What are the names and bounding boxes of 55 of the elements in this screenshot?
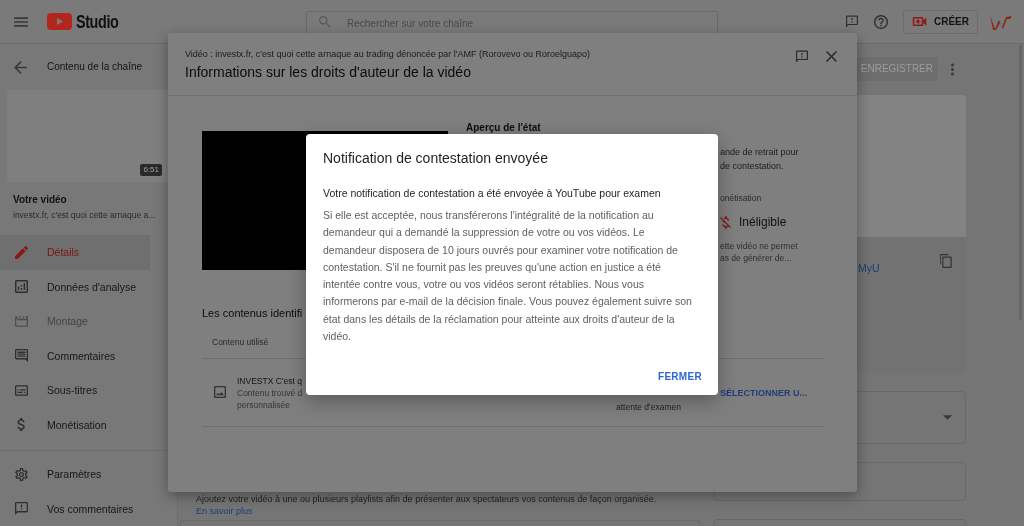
subtitles-icon — [15, 383, 28, 397]
sidebar-item[interactable]: Monétisation — [0, 407, 150, 442]
sidebar-item[interactable]: Commentaires — [0, 338, 150, 373]
back-arrow-icon — [14, 60, 27, 74]
video-add-icon — [912, 16, 927, 27]
sidebar-item[interactable]: Données d'analyse — [0, 269, 150, 304]
back-link[interactable]: Contenu de la chaîne — [0, 44, 177, 90]
monetization-status: Inéligible — [739, 214, 787, 230]
create-button[interactable]: CRÉER — [903, 9, 978, 34]
video-link[interactable]: MyU — [858, 262, 880, 275]
settings-icon — [15, 467, 28, 481]
image-icon — [214, 386, 226, 398]
caret-icon — [943, 415, 952, 420]
close-icon[interactable] — [826, 51, 837, 62]
learn-more-link[interactable]: En savoir plus — [196, 506, 253, 516]
modal-title: Informations sur les droits d'auteur de la vidéo — [185, 63, 471, 81]
sidebar-item[interactable]: Détails — [0, 235, 150, 270]
close-button[interactable]: FERMER — [649, 364, 710, 390]
feedback-icon[interactable] — [846, 15, 858, 28]
status-description: ande de retrait pour de contestation. — [720, 146, 799, 173]
content-status: attente d'examen — [616, 401, 681, 413]
more-options-icon[interactable] — [951, 63, 954, 76]
dialog-subtitle: Votre notification de contestation a été envoyée à YouTube pour examen — [323, 186, 661, 200]
content-title: INVESTX C'est q — [237, 375, 302, 387]
pencil-icon — [15, 245, 28, 259]
duration-badge: 6:51 — [140, 164, 162, 176]
sidebar-item[interactable]: Vos commentaires — [0, 491, 150, 526]
sidebar-item[interactable]: Sous-titres — [0, 373, 150, 408]
monetization-label: onétisation — [720, 192, 762, 204]
video-title: investx.fr, c'est quoi cette arnaque a... — [13, 210, 156, 221]
video-thumbnail[interactable]: 6:51 — [7, 90, 171, 182]
play-logo-icon[interactable] — [47, 13, 72, 30]
logo-text[interactable]: Studio — [76, 11, 119, 32]
feedback-icon — [15, 502, 28, 516]
monetization-note: ette vidéo ne permet as de générer de... — [720, 240, 798, 264]
modal-subtitle: Vidéo : investx.fr, c'est quoi cette arnaque au trading dénoncée par l'AMF (Rorovevo ou Roroelguapo) — [185, 48, 590, 60]
column-header: Contenu utilisé — [212, 336, 269, 348]
help-icon[interactable] — [874, 14, 888, 29]
playlist-description: Ajoutez votre vidéo à une ou plusieurs playlists afin de présenter aux spectateurs vos contenus de façon organisée. En savoir plus — [195, 493, 658, 517]
section-heading: Les contenus identifi — [202, 306, 303, 320]
comment-icon — [15, 349, 28, 363]
search-icon — [319, 15, 331, 28]
dialog-title: Notification de contestation envoyée — [323, 149, 548, 167]
status-heading: Aperçu de l'état — [466, 122, 541, 134]
feedback-icon[interactable] — [796, 50, 808, 63]
chart-icon — [15, 280, 28, 294]
select-button[interactable]: SÉLECTIONNER U... — [720, 387, 807, 399]
dialog-body: Si elle est acceptée, nous transférerons l'intégralité de la notification au demandeur qui a demandé la suppression de votre ou vos vidéos. Le demandeur disposera de 10 jours ouvrés pour examiner votre notification de contestation. S'il ne fournit pas les preuves qu'une action en justice a été intentée contre vous, votre ou vos vidéos seront rétablies. Nous vous informerons par e-mail de la décision finale. Vous pouvez également suivre son état dans les détails de la réclamation pour atteinte aux droits d'auteur de la vidéo. — [323, 208, 693, 345]
film-icon — [15, 314, 28, 328]
menu-icon[interactable] — [14, 16, 28, 27]
video-heading: Votre vidéo — [13, 194, 67, 206]
sidebar-item[interactable]: Paramètres — [0, 457, 150, 492]
dollar-icon — [15, 418, 28, 432]
dollar-off-icon — [720, 215, 731, 229]
copy-icon[interactable] — [940, 254, 952, 268]
